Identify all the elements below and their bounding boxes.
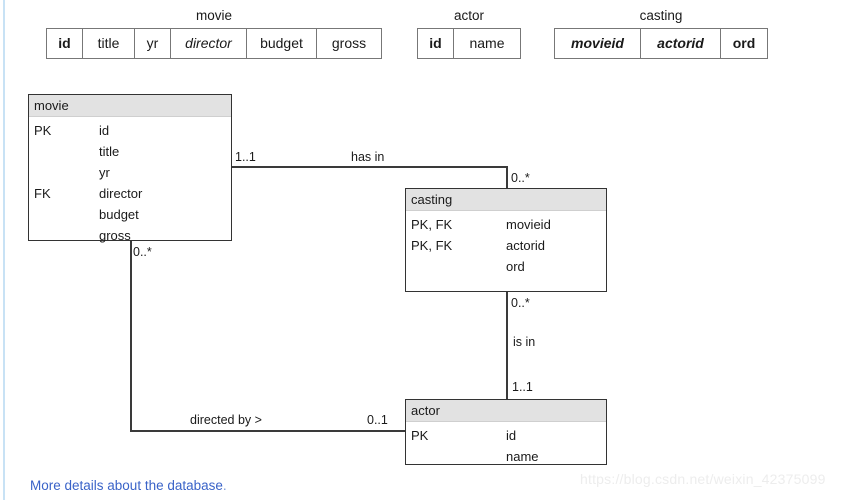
schema-col-casting-movieid: movieid bbox=[555, 29, 641, 58]
connector-has-in-horizontal bbox=[232, 166, 508, 168]
er-diagram-canvas: movie id title yr director budget gross … bbox=[0, 0, 862, 500]
attribute-row: budget bbox=[29, 204, 231, 225]
connector-directed-by-horizontal bbox=[130, 430, 405, 432]
attribute-name: name bbox=[506, 449, 539, 464]
entity-attributes-casting: PK, FK movieid PK, FK actorid ord bbox=[406, 211, 606, 277]
schema-header-row-movie: id title yr director budget gross bbox=[46, 28, 382, 59]
cardinality-casting-is-in: 0..* bbox=[511, 296, 530, 310]
attribute-name: director bbox=[99, 186, 143, 201]
schema-col-movie-gross: gross bbox=[331, 35, 367, 51]
attribute-key: PK bbox=[411, 428, 429, 443]
cardinality-actor-directed-by: 0..1 bbox=[367, 413, 388, 427]
attribute-row: gross bbox=[29, 225, 231, 246]
schema-col-movie-yr: yr bbox=[135, 29, 171, 58]
attribute-row: name bbox=[406, 446, 606, 467]
schema-col-movie-director: director bbox=[171, 29, 247, 58]
entity-attributes-movie: PK id title yr FK director budget gross bbox=[29, 117, 231, 246]
entity-box-casting: casting PK, FK movieid PK, FK actorid or… bbox=[405, 188, 607, 292]
schema-col-casting-actorid: actorid bbox=[641, 29, 721, 58]
attribute-row: title bbox=[29, 141, 231, 162]
attribute-name: id bbox=[99, 123, 110, 138]
schema-header-row-actor: id name bbox=[417, 28, 521, 59]
attribute-key bbox=[29, 162, 99, 183]
connector-directed-by-vertical bbox=[130, 241, 132, 432]
attribute-name: gross bbox=[99, 228, 131, 243]
attribute-name: title bbox=[99, 144, 120, 159]
attribute-key: PK bbox=[34, 123, 52, 138]
schema-col-movie-budget: budget bbox=[247, 29, 317, 58]
cardinality-movie-directed-by: 0..* bbox=[133, 245, 152, 259]
attribute-key: FK bbox=[34, 186, 51, 201]
entity-attributes-actor: PK id name bbox=[406, 422, 606, 467]
relationship-label-directed-by: directed by > bbox=[186, 413, 266, 427]
entity-box-movie: movie PK id title yr FK director budget bbox=[28, 94, 232, 243]
schema-caption-actor: actor bbox=[453, 8, 484, 23]
schema-col-casting-ord: ord bbox=[732, 35, 756, 51]
attribute-name: id bbox=[506, 428, 517, 443]
attribute-row: PK id bbox=[406, 425, 606, 446]
schema-table-casting: casting movieid actorid ord bbox=[554, 8, 768, 59]
schema-caption-casting: casting bbox=[639, 8, 683, 23]
attribute-row: ord bbox=[406, 256, 606, 277]
attribute-row: PK, FK actorid bbox=[406, 235, 606, 256]
schema-header-row-casting: movieid actorid ord bbox=[554, 28, 768, 59]
attribute-key bbox=[29, 225, 99, 246]
attribute-row: PK id bbox=[29, 120, 231, 141]
entity-title-casting: casting bbox=[406, 189, 606, 211]
schema-col-actor-name: name bbox=[469, 35, 505, 51]
connector-has-in-vertical bbox=[506, 166, 508, 188]
attribute-name: ord bbox=[506, 259, 525, 274]
page-left-rule bbox=[3, 0, 5, 500]
more-details-link[interactable]: More details about the database. bbox=[30, 478, 227, 494]
attribute-row: PK, FK movieid bbox=[406, 214, 606, 235]
entity-title-movie: movie bbox=[29, 95, 231, 117]
attribute-name: movieid bbox=[506, 217, 551, 232]
connector-is-in-vertical bbox=[506, 292, 508, 399]
attribute-key bbox=[406, 446, 506, 467]
schema-caption-movie: movie bbox=[195, 8, 232, 23]
watermark-text: https://blog.csdn.net/weixin_42375099 bbox=[580, 471, 826, 487]
schema-col-actor-id: id bbox=[418, 29, 454, 58]
more-details-link-text: More details about the database bbox=[30, 478, 223, 493]
attribute-row: FK director bbox=[29, 183, 231, 204]
schema-table-actor: actor id name bbox=[417, 8, 521, 59]
attribute-key: PK, FK bbox=[411, 238, 453, 253]
cardinality-actor-is-in: 1..1 bbox=[512, 380, 533, 394]
schema-col-movie-title: title bbox=[83, 29, 135, 58]
attribute-name: budget bbox=[99, 207, 139, 222]
relationship-label-is-in: is in bbox=[509, 335, 540, 349]
attribute-name: actorid bbox=[506, 238, 546, 253]
attribute-key bbox=[29, 141, 99, 162]
entity-title-actor: actor bbox=[406, 400, 606, 422]
relationship-label-has-in: has in bbox=[347, 150, 389, 164]
attribute-key bbox=[406, 256, 506, 277]
more-details-link-suffix: . bbox=[222, 478, 227, 493]
attribute-row: yr bbox=[29, 162, 231, 183]
schema-col-movie-id: id bbox=[47, 29, 83, 58]
attribute-key bbox=[29, 204, 99, 225]
attribute-key: PK, FK bbox=[411, 217, 453, 232]
attribute-name: yr bbox=[99, 165, 110, 180]
entity-box-actor: actor PK id name bbox=[405, 399, 607, 465]
cardinality-movie-has-in: 1..1 bbox=[235, 150, 256, 164]
schema-table-movie: movie id title yr director budget gross bbox=[46, 8, 382, 59]
cardinality-casting-has-in: 0..* bbox=[511, 171, 530, 185]
